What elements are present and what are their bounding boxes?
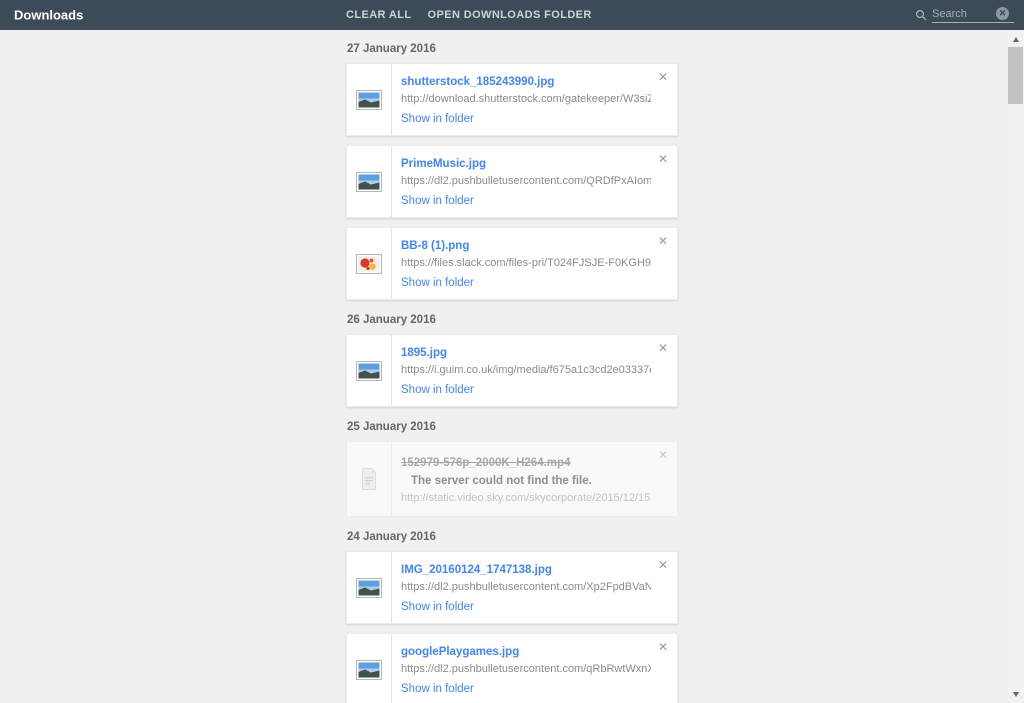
download-item: BB-8 (1).png https://files.slack.com/file… bbox=[346, 227, 678, 300]
clear-search-icon[interactable]: ✕ bbox=[996, 7, 1009, 20]
download-filename-link[interactable]: googlePlaygames.jpg bbox=[401, 645, 519, 659]
close-icon[interactable]: ✕ bbox=[658, 559, 668, 571]
download-filename-link[interactable]: IMG_20160124_1747138.jpg bbox=[401, 563, 552, 577]
download-filename-link[interactable]: 1895.jpg bbox=[401, 346, 447, 360]
show-in-folder-link[interactable]: Show in folder bbox=[401, 113, 474, 126]
page-title: Downloads bbox=[14, 8, 83, 23]
download-source-url: http://download.shutterstock.com/gatekee… bbox=[401, 93, 651, 106]
close-icon[interactable]: ✕ bbox=[658, 235, 668, 247]
download-group: 25 January 2016 152979-576p_2000K_H264.mp… bbox=[346, 420, 678, 517]
search-input[interactable] bbox=[932, 8, 996, 20]
download-item: shutterstock_185243990.jpg http://downloa… bbox=[346, 63, 678, 136]
show-in-folder-link[interactable]: Show in folder bbox=[401, 601, 474, 614]
download-filename-link[interactable]: shutterstock_185243990.jpg bbox=[401, 75, 554, 89]
download-item-details: googlePlaygames.jpg https://dl2.pushbulle… bbox=[392, 634, 677, 703]
image-file-icon bbox=[347, 146, 392, 217]
show-in-folder-link[interactable]: Show in folder bbox=[401, 384, 474, 397]
download-item-details: IMG_20160124_1747138.jpg https://dl2.push… bbox=[392, 552, 677, 623]
download-item: 1895.jpg https://i.guim.co.uk/img/media/f… bbox=[346, 334, 678, 407]
download-item-details: PrimeMusic.jpg https://dl2.pushbulletuser… bbox=[392, 146, 677, 217]
scrollbar[interactable] bbox=[1007, 30, 1024, 703]
scroll-down-arrow[interactable] bbox=[1007, 687, 1024, 702]
download-source-url: https://dl2.pushbulletusercontent.com/qR… bbox=[401, 663, 651, 676]
download-item: PrimeMusic.jpg https://dl2.pushbulletuser… bbox=[346, 145, 678, 218]
downloads-toolbar: Downloads CLEAR ALL OPEN DOWNLOADS FOLDE… bbox=[0, 0, 1024, 30]
downloads-list: 27 January 2016 shutterstock_185243990.jp… bbox=[346, 42, 678, 703]
download-item-details: 152979-576p_2000K_H264.mp4 The server cou… bbox=[392, 442, 677, 516]
clear-all-button[interactable]: CLEAR ALL bbox=[346, 9, 412, 21]
download-item-details: BB-8 (1).png https://files.slack.com/file… bbox=[392, 228, 677, 299]
date-header: 24 January 2016 bbox=[347, 530, 678, 544]
date-header: 27 January 2016 bbox=[347, 42, 678, 56]
download-item-details: shutterstock_185243990.jpg http://downloa… bbox=[392, 64, 677, 135]
download-error-text: The server could not find the file. bbox=[411, 475, 592, 487]
scroll-up-arrow[interactable] bbox=[1007, 32, 1024, 47]
image-file-icon bbox=[347, 64, 392, 135]
image-thumbnail-icon bbox=[347, 228, 392, 299]
close-icon[interactable]: ✕ bbox=[658, 153, 668, 165]
close-icon[interactable]: ✕ bbox=[658, 71, 668, 83]
download-source-url: https://dl2.pushbulletusercontent.com/QR… bbox=[401, 175, 651, 188]
search-area: ✕ bbox=[915, 7, 1014, 23]
download-item-details: 1895.jpg https://i.guim.co.uk/img/media/f… bbox=[392, 335, 677, 406]
image-file-icon bbox=[347, 552, 392, 623]
date-header: 25 January 2016 bbox=[347, 420, 678, 434]
search-icon bbox=[915, 9, 927, 21]
download-filename-link[interactable]: PrimeMusic.jpg bbox=[401, 157, 486, 171]
download-item: IMG_20160124_1747138.jpg https://dl2.push… bbox=[346, 551, 678, 624]
download-filename-link[interactable]: BB-8 (1).png bbox=[401, 239, 469, 253]
close-icon[interactable]: ✕ bbox=[658, 342, 668, 354]
close-icon[interactable]: ✕ bbox=[658, 449, 668, 461]
download-source-url: http://static.video.sky.com/skycorporate… bbox=[401, 492, 651, 505]
open-downloads-folder-button[interactable]: OPEN DOWNLOADS FOLDER bbox=[428, 9, 592, 21]
download-item: 152979-576p_2000K_H264.mp4 The server cou… bbox=[346, 441, 678, 517]
download-source-url: https://i.guim.co.uk/img/media/f675a1c3c… bbox=[401, 364, 651, 377]
download-source-url: https://files.slack.com/files-pri/T024FJ… bbox=[401, 257, 651, 270]
show-in-folder-link[interactable]: Show in folder bbox=[401, 683, 474, 696]
download-source-url: https://dl2.pushbulletusercontent.com/Xp… bbox=[401, 581, 651, 594]
download-group: 24 January 2016 IMG_20160124_1747138.jpgh… bbox=[346, 530, 678, 703]
show-in-folder-link[interactable]: Show in folder bbox=[401, 195, 474, 208]
downloads-content: 27 January 2016 shutterstock_185243990.jp… bbox=[0, 30, 1024, 703]
download-filename-link: 152979-576p_2000K_H264.mp4 bbox=[401, 456, 570, 470]
show-in-folder-link[interactable]: Show in folder bbox=[401, 277, 474, 290]
download-group: 27 January 2016 shutterstock_185243990.jp… bbox=[346, 42, 678, 300]
download-group: 26 January 2016 1895.jpg https://i.guim.co… bbox=[346, 313, 678, 407]
close-icon[interactable]: ✕ bbox=[658, 641, 668, 653]
image-file-icon bbox=[347, 335, 392, 406]
date-header: 26 January 2016 bbox=[347, 313, 678, 327]
generic-file-icon bbox=[347, 442, 392, 516]
search-box: ✕ bbox=[932, 7, 1014, 23]
image-file-icon bbox=[347, 634, 392, 703]
download-item: googlePlaygames.jpg https://dl2.pushbulle… bbox=[346, 633, 678, 703]
toolbar-actions: CLEAR ALL OPEN DOWNLOADS FOLDER bbox=[346, 0, 592, 30]
scrollbar-thumb[interactable] bbox=[1008, 47, 1023, 104]
